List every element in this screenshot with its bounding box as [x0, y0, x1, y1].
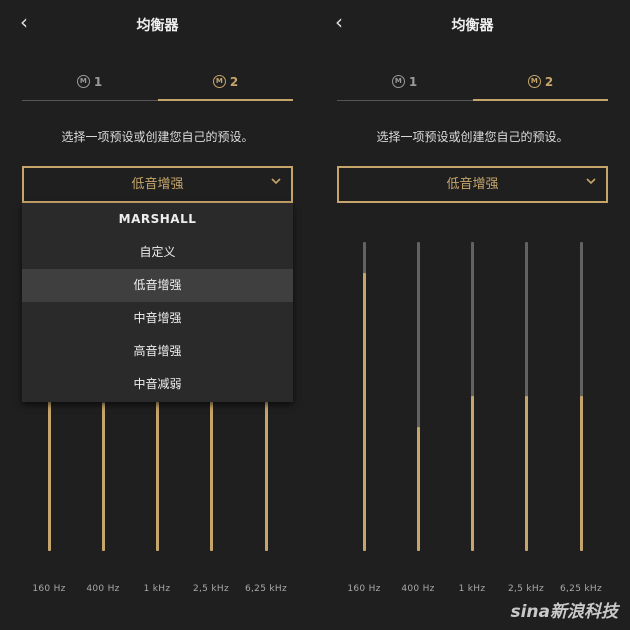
tab-number: 1 [93, 74, 103, 89]
eq-slider-1[interactable] [417, 242, 420, 551]
tab-m1[interactable]: M 1 [22, 62, 157, 101]
tab-m2[interactable]: M 2 [473, 62, 608, 101]
preset-select[interactable]: 低音增强 [337, 166, 608, 203]
frequency-label: 1 kHz [143, 584, 171, 594]
preset-dropdown-menu: MARSHALL 自定义 低音增强 中音增强 高音增强 中音减弱 [22, 203, 293, 402]
slider-level-fill [471, 396, 474, 551]
slider-level-fill [363, 273, 366, 551]
eq-slider-2[interactable] [471, 242, 474, 551]
page-title: 均衡器 [451, 18, 494, 34]
frequency-label: 2,5 kHz [193, 584, 229, 594]
tab-m2[interactable]: M 2 [158, 62, 293, 101]
preset-select-value: 低音增强 [131, 177, 184, 192]
header: ‹ 均衡器 [0, 0, 315, 48]
preset-tabs: M 1 M 2 [22, 62, 293, 102]
active-tab-indicator [473, 99, 608, 101]
dropdown-option-bass-boost[interactable]: 低音增强 [22, 269, 293, 302]
m-circle-icon: M [76, 75, 90, 88]
dropdown-option-custom[interactable]: 自定义 [22, 236, 293, 269]
preset-tabs: M 1 M 2 [337, 62, 608, 102]
watermark-logo: sina新浪科技 [510, 602, 618, 622]
dropdown-option-treble-boost[interactable]: 高音增强 [22, 335, 293, 368]
active-tab-indicator [158, 99, 293, 101]
eq-slider-4[interactable] [580, 242, 583, 551]
equalizer-screen-right: ‹ 均衡器 M 1 M 2 选择一项预设或创建您自己的预设。 低音增强 160 … [315, 0, 630, 630]
preset-select-value: 低音增强 [446, 177, 499, 192]
preset-prompt: 选择一项预设或创建您自己的预设。 [61, 130, 254, 144]
frequency-label: 1 kHz [458, 584, 486, 594]
tab-number: 2 [229, 74, 239, 89]
dropdown-option-mid-cut[interactable]: 中音减弱 [22, 368, 293, 401]
chevron-down-icon [586, 178, 596, 185]
slider-level-fill [525, 396, 528, 551]
equalizer-screen-left: ‹ 均衡器 M 1 M 2 选择一项预设或创建您自己的预设。 低音增强 MARS… [0, 0, 315, 630]
m-circle-icon: M [527, 75, 541, 88]
m-circle-icon: M [212, 75, 226, 88]
tab-number: 2 [544, 74, 554, 89]
dropdown-option-marshall[interactable]: MARSHALL [22, 203, 293, 236]
chevron-down-icon [271, 178, 281, 185]
slider-level-fill [102, 403, 105, 551]
frequency-label: 6,25 kHz [244, 584, 287, 594]
dropdown-option-mid-boost[interactable]: 中音增强 [22, 302, 293, 335]
m-circle-icon: M [391, 75, 405, 88]
slider-level-fill [580, 396, 583, 551]
eq-slider-0[interactable] [363, 242, 366, 551]
eq-slider-3[interactable] [525, 242, 528, 551]
frequency-label: 400 Hz [86, 584, 120, 594]
preset-prompt: 选择一项预设或创建您自己的预设。 [376, 130, 569, 144]
preset-select[interactable]: 低音增强 [22, 166, 293, 203]
frequency-label: 160 Hz [32, 584, 66, 594]
frequency-label: 2,5 kHz [508, 584, 544, 594]
tab-number: 1 [408, 74, 418, 89]
slider-level-fill [417, 427, 420, 551]
frequency-label: 400 Hz [401, 584, 435, 594]
frequency-label: 6,25 kHz [559, 584, 602, 594]
tab-m1[interactable]: M 1 [337, 62, 472, 101]
page-title: 均衡器 [136, 18, 179, 34]
header: ‹ 均衡器 [315, 0, 630, 48]
frequency-label: 160 Hz [347, 584, 381, 594]
